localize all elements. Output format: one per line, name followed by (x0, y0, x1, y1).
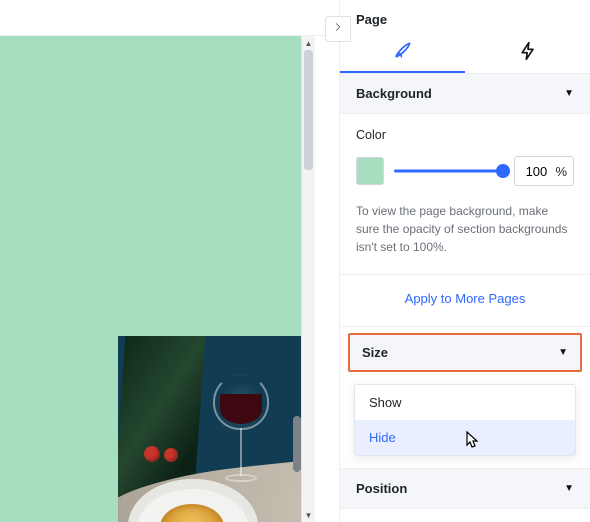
opacity-input[interactable] (521, 164, 551, 179)
apply-row: Apply to More Pages (340, 275, 590, 327)
opacity-unit: % (555, 164, 567, 179)
size-dropdown: Show Hide (354, 384, 576, 456)
caret-down-icon: ▼ (564, 88, 574, 99)
background-hint: To view the page background, make sure t… (356, 202, 574, 256)
opacity-input-box[interactable]: % (514, 156, 574, 186)
canvas-top-bar (0, 0, 339, 36)
lightning-icon (518, 41, 538, 64)
brush-icon (393, 40, 413, 63)
section-background-body: Color % To view the page background, mak… (340, 114, 590, 275)
color-swatch[interactable] (356, 157, 384, 185)
caret-down-icon: ▼ (558, 347, 568, 358)
section-size-header[interactable]: Size ▼ (348, 333, 582, 372)
panel-title: Page (340, 0, 590, 31)
opacity-slider[interactable] (394, 161, 504, 181)
panel-tabs (340, 31, 590, 74)
canvas-scrollbar[interactable]: ▲ ▼ (301, 36, 315, 522)
size-option-show[interactable]: Show (355, 385, 575, 420)
color-label: Color (356, 128, 574, 142)
section-position-header[interactable]: Position ▼ (340, 468, 590, 509)
section-image[interactable] (118, 336, 302, 522)
size-option-hide[interactable]: Hide (355, 420, 575, 455)
apply-to-more-pages-link[interactable]: Apply to More Pages (405, 291, 526, 306)
scrollbar-thumb[interactable] (304, 50, 313, 170)
tab-interactions[interactable] (465, 31, 590, 73)
slider-knob[interactable] (496, 164, 510, 178)
inspector-panel: Page Background ▼ Color (340, 0, 590, 522)
section-size-title: Size (362, 345, 388, 360)
section-background-title: Background (356, 86, 432, 101)
editor-canvas: ▲ ▼ (0, 0, 340, 522)
chevron-right-icon (331, 20, 345, 39)
inner-scrollbar-thumb[interactable] (293, 416, 301, 472)
canvas-body[interactable]: ▲ ▼ (0, 36, 339, 522)
collapse-panel-button[interactable] (325, 16, 351, 42)
section-background-header[interactable]: Background ▼ (340, 74, 590, 114)
scroll-down-arrow-icon[interactable]: ▼ (302, 508, 315, 522)
section-position-title: Position (356, 481, 407, 496)
scroll-up-arrow-icon[interactable]: ▲ (302, 36, 315, 50)
tab-design[interactable] (340, 31, 465, 73)
caret-down-icon: ▼ (564, 483, 574, 494)
